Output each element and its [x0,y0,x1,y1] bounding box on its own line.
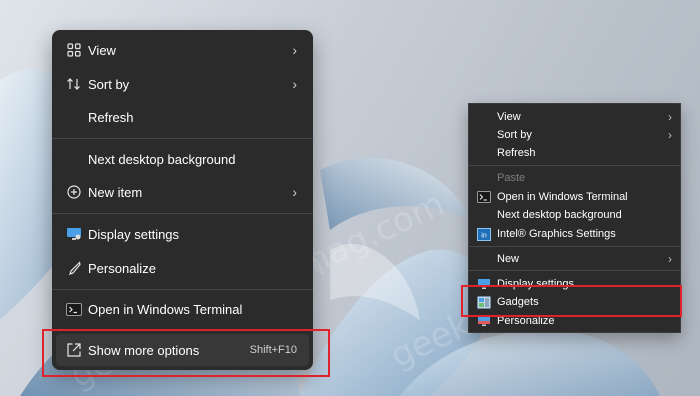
brush-icon [66,260,82,276]
menu-divider [469,246,680,247]
win11-context-menu: View › Sort by › Refresh Next desktop ba… [52,30,313,370]
menu-item-refresh[interactable]: Refresh [56,101,309,133]
menu-item-view[interactable]: View › [471,108,678,126]
display-icon [66,226,82,242]
chevron-right-icon: › [668,252,672,266]
menu-item-label: Personalize [88,260,156,276]
menu-item-open-in-terminal[interactable]: Open in Windows Terminal [471,188,678,206]
menu-item-open-in-terminal[interactable]: Open in Windows Terminal [56,293,309,325]
menu-item-label: Display settings [88,226,180,242]
menu-item-label: Intel® Graphics Settings [497,228,616,240]
menu-item-label: Refresh [497,147,536,159]
sort-icon [66,76,82,92]
menu-item-sort-by[interactable]: Sort by › [56,68,309,100]
menu-item-label: View [88,42,116,58]
menu-item-paste[interactable]: Paste [471,169,678,187]
chevron-right-icon: › [668,128,672,142]
terminal-icon [66,301,82,317]
menu-item-next-desktop-background[interactable]: Next desktop background [471,206,678,224]
highlight-show-more-options [42,329,330,377]
menu-item-label: Sort by [497,129,532,141]
menu-item-new-item[interactable]: New item › [56,176,309,208]
menu-item-display-settings[interactable]: Display settings [56,218,309,250]
menu-item-label: Refresh [88,109,134,125]
menu-item-label: New item [88,184,143,200]
menu-item-view[interactable]: View › [56,34,309,66]
intel-graphics-icon: in [477,227,491,241]
menu-item-label: Next desktop background [497,209,622,221]
terminal-icon [477,190,491,204]
menu-item-refresh[interactable]: Refresh [471,144,678,162]
menu-divider [469,165,680,166]
menu-divider [469,270,680,271]
chevron-right-icon: › [668,110,672,124]
menu-item-label: Open in Windows Terminal [497,191,628,203]
plus-circle-icon [66,184,82,200]
highlight-gadgets [461,285,682,317]
chevron-right-icon: › [292,42,297,58]
menu-item-next-desktop-background[interactable]: Next desktop background [56,143,309,175]
menu-item-label: View [497,111,521,123]
menu-item-label: Next desktop background [88,151,236,167]
menu-item-intel-graphics[interactable]: in Intel® Graphics Settings [471,225,678,243]
menu-item-personalize[interactable]: Personalize [56,252,309,284]
menu-item-label: New [497,253,520,265]
menu-item-label: Open in Windows Terminal [88,301,243,317]
grid-icon [66,42,82,58]
menu-divider [52,138,313,139]
chevron-right-icon: › [292,184,297,200]
menu-item-label: Paste [497,172,526,184]
chevron-right-icon: › [292,76,297,92]
menu-divider [52,213,313,214]
menu-divider [52,289,313,290]
svg-text:in: in [481,232,487,239]
menu-item-sort-by[interactable]: Sort by › [471,126,678,144]
menu-item-label: Sort by [88,76,130,92]
menu-item-new[interactable]: New › [471,250,678,268]
